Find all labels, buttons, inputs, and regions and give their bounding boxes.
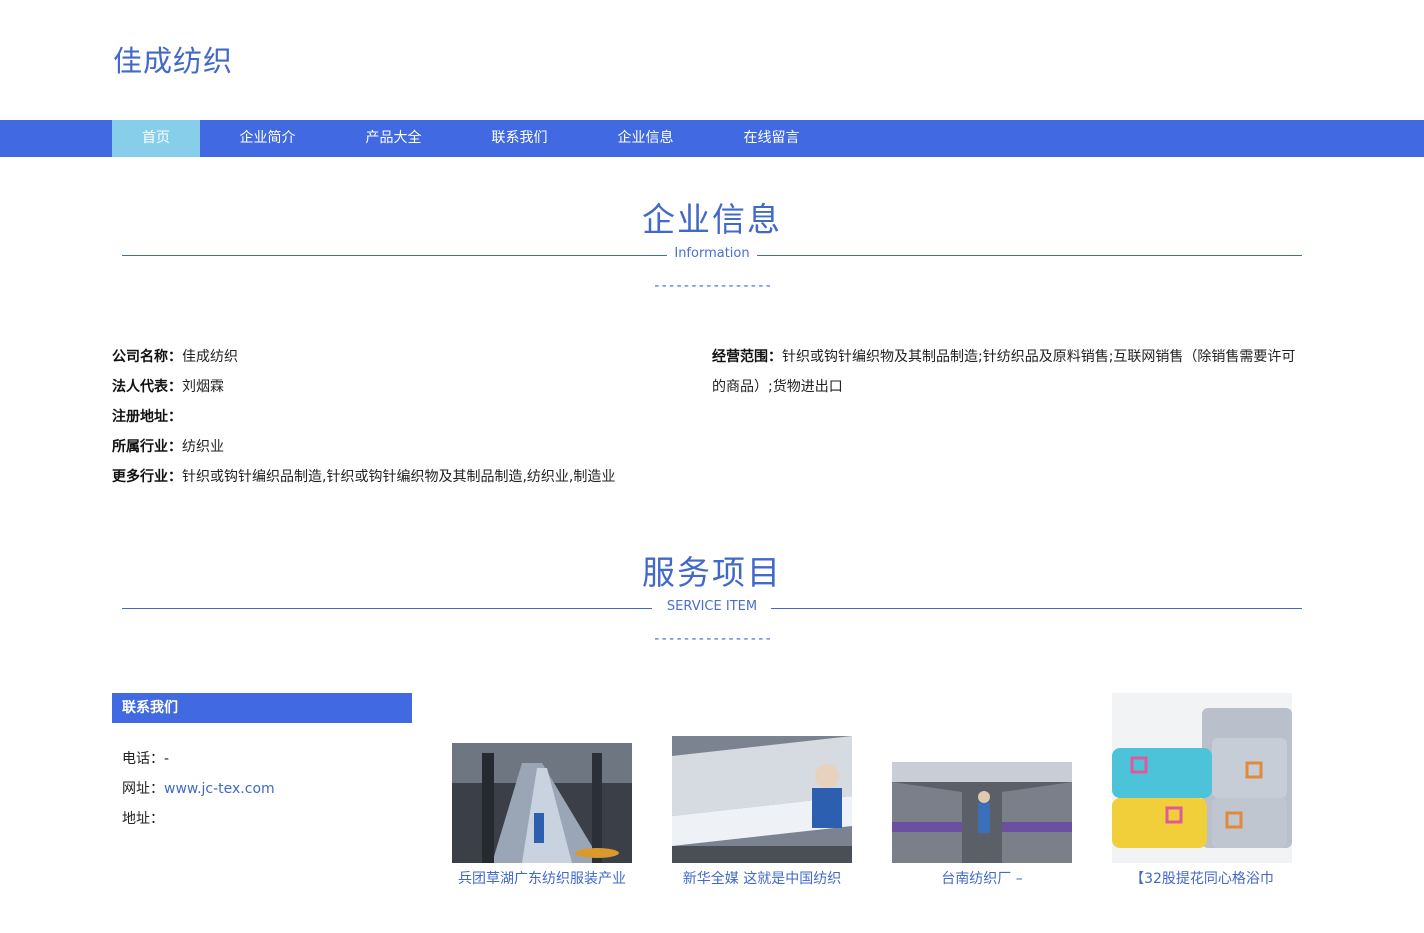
main-nav: 首页 企业简介 产品大全 联系我们 企业信息 在线留言: [0, 120, 1424, 157]
business-scope-label: 经营范围：: [712, 349, 782, 365]
company-name-label: 公司名称：: [112, 349, 182, 365]
legal-rep-label: 法人代表：: [112, 379, 182, 395]
contact-details: 电话：- 网址：www.jc-tex.com 地址：: [122, 744, 275, 834]
address-row: 注册地址：: [112, 402, 672, 432]
company-name-row: 公司名称：佳成纺织: [112, 342, 672, 372]
more-industry-label: 更多行业：: [112, 469, 182, 485]
business-scope: 经营范围：针织或钩针编织物及其制品制造;针纺织品及原料销售;互联网销售（除销售需…: [712, 342, 1304, 402]
service-section-dashes: ----------------: [652, 631, 773, 647]
company-info-list: 公司名称：佳成纺织 法人代表：刘烟霖 注册地址： 所属行业：纺织业 更多行业：针…: [112, 342, 672, 492]
nav-item-products[interactable]: 产品大全: [335, 120, 452, 157]
company-name-value: 佳成纺织: [182, 349, 238, 365]
service-caption[interactable]: 兵团草湖广东纺织服装产业: [442, 868, 642, 888]
loom-worker-image[interactable]: [672, 736, 852, 863]
nav-item-message[interactable]: 在线留言: [704, 120, 839, 157]
service-card[interactable]: 新华全媒 这就是中国纺织: [672, 693, 852, 893]
info-section-dashes: ----------------: [652, 278, 773, 294]
phone-value: -: [164, 751, 170, 767]
info-section-title: 企业信息: [642, 200, 782, 239]
more-industry-value: 针织或钩针编织品制造,针织或钩针编织物及其制品制造,纺织业,制造业: [182, 469, 616, 485]
reg-address-label: 注册地址：: [112, 409, 182, 425]
industry-row: 所属行业：纺织业: [112, 432, 672, 462]
textile-factory-image[interactable]: [892, 762, 1072, 863]
service-card[interactable]: 【32股提花同心格浴巾: [1112, 693, 1292, 893]
service-caption[interactable]: 【32股提花同心格浴巾: [1102, 868, 1302, 888]
contact-heading: 联系我们: [112, 693, 412, 723]
address-label: 地址：: [122, 811, 164, 827]
info-section-subtitle: Information: [674, 246, 750, 261]
towel-product-image[interactable]: [1112, 693, 1292, 863]
industry-value: 纺织业: [182, 439, 224, 455]
website-link[interactable]: www.jc-tex.com: [164, 781, 275, 797]
site-logo-text[interactable]: 佳成纺织: [113, 38, 233, 80]
service-caption[interactable]: 新华全媒 这就是中国纺织: [662, 868, 862, 888]
nav-item-about[interactable]: 企业简介: [200, 120, 335, 157]
legal-rep-row: 法人代表：刘烟霖: [112, 372, 672, 402]
website-label: 网址：: [122, 781, 164, 797]
service-card[interactable]: 台南纺织厂 –: [892, 693, 1072, 893]
nav-item-contact[interactable]: 联系我们: [452, 120, 587, 157]
industry-label: 所属行业：: [112, 439, 182, 455]
service-card[interactable]: 兵团草湖广东纺织服装产业: [452, 693, 632, 893]
service-section-subtitle: SERVICE ITEM: [666, 599, 758, 614]
nav-item-home[interactable]: 首页: [112, 120, 200, 157]
legal-rep-value: 刘烟霖: [182, 379, 224, 395]
business-scope-value: 针织或钩针编织物及其制品制造;针纺织品及原料销售;互联网销售（除销售需要许可的商…: [712, 349, 1296, 395]
spinning-mill-image[interactable]: [452, 743, 632, 863]
more-industry-row: 更多行业：针织或钩针编织品制造,针织或钩针编织物及其制品制造,纺织业,制造业: [112, 462, 672, 492]
nav-item-company-info[interactable]: 企业信息: [587, 120, 704, 157]
service-caption[interactable]: 台南纺织厂 –: [882, 868, 1082, 888]
phone-label: 电话：: [122, 751, 164, 767]
service-section-title: 服务项目: [642, 553, 782, 592]
